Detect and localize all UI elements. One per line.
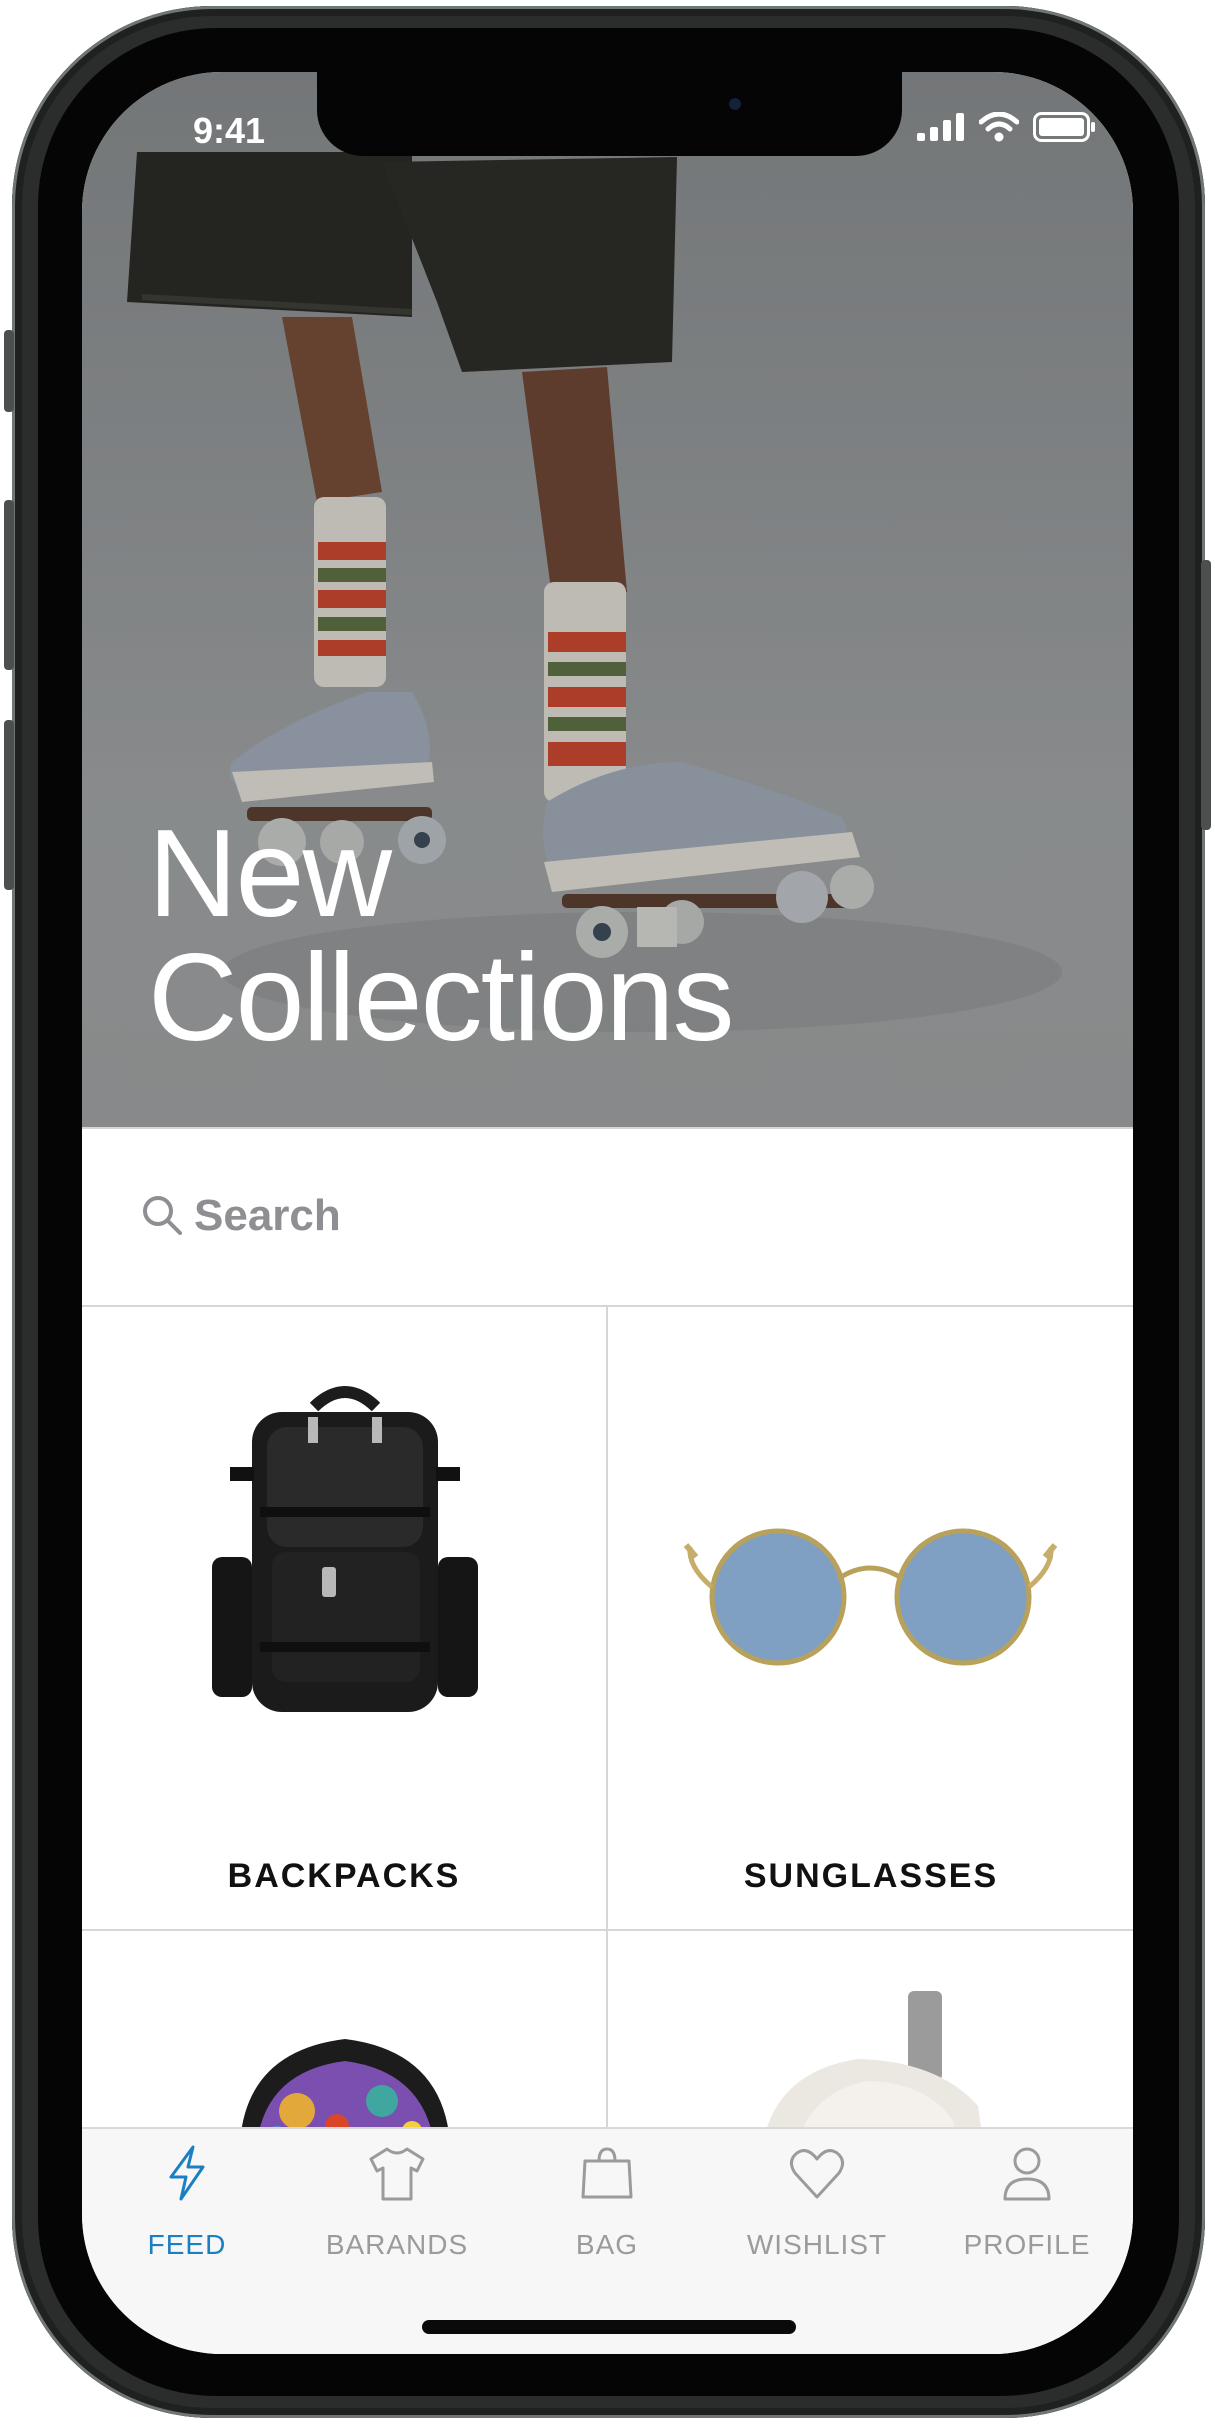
tab-label: FEED [147,2229,227,2260]
tab-bag[interactable]: BAG [502,2129,712,2279]
tab-label: PROFILE [963,2229,1091,2260]
category-label: SUNGLASSES [743,1857,999,1895]
search-bar[interactable]: Search [82,1127,1133,1307]
volume-down-button [4,500,14,670]
hero-title: New Collections [148,805,735,1067]
mute-switch [4,720,14,890]
app-screen: New Collections 9:41 Search BACKPACKS SU… [82,72,1133,2354]
sunglasses-image [683,1528,1058,1666]
person-icon [1003,2147,1051,2201]
backpack-image [212,1386,478,1712]
tab-feed[interactable]: FEED [82,2129,292,2279]
search-icon [143,1196,182,1235]
shopping-bag-icon [581,2147,633,2199]
heart-icon [790,2149,844,2199]
tab-label: BAG [575,2229,639,2260]
tshirt-icon [369,2147,425,2201]
tab-wishlist[interactable]: WISHLIST [712,2129,922,2279]
wifi-icon [979,112,1019,142]
category-card-4[interactable] [608,1931,1133,2142]
hero-banner[interactable]: New Collections [82,72,1133,1127]
category-card-3[interactable] [82,1931,608,2142]
tab-profile[interactable]: PROFILE [922,2129,1132,2279]
status-time: 9:41 [192,110,266,151]
status-icons [917,112,1097,142]
category-label: BACKPACKS [227,1857,461,1895]
category-card-backpacks[interactable]: BACKPACKS [82,1307,608,1931]
lightning-icon [169,2145,205,2201]
notch [317,72,902,156]
tab-label: WISHLIST [746,2229,888,2260]
signal-icon [917,113,964,141]
home-indicator[interactable] [422,2320,796,2334]
patterned-backpack-image [240,2039,450,2142]
battery-icon [1033,112,1095,142]
tab-brands[interactable]: BARANDS [292,2129,502,2279]
search-input[interactable]: Search [194,1191,341,1241]
category-grid: BACKPACKS SUNGLASSES [82,1307,1133,2142]
volume-up-button [4,330,14,412]
tab-label: BARANDS [325,2229,469,2260]
front-camera [729,98,741,110]
category-card-sunglasses[interactable]: SUNGLASSES [608,1307,1133,1931]
power-button [1201,560,1211,830]
white-bag-image [763,1991,983,2142]
